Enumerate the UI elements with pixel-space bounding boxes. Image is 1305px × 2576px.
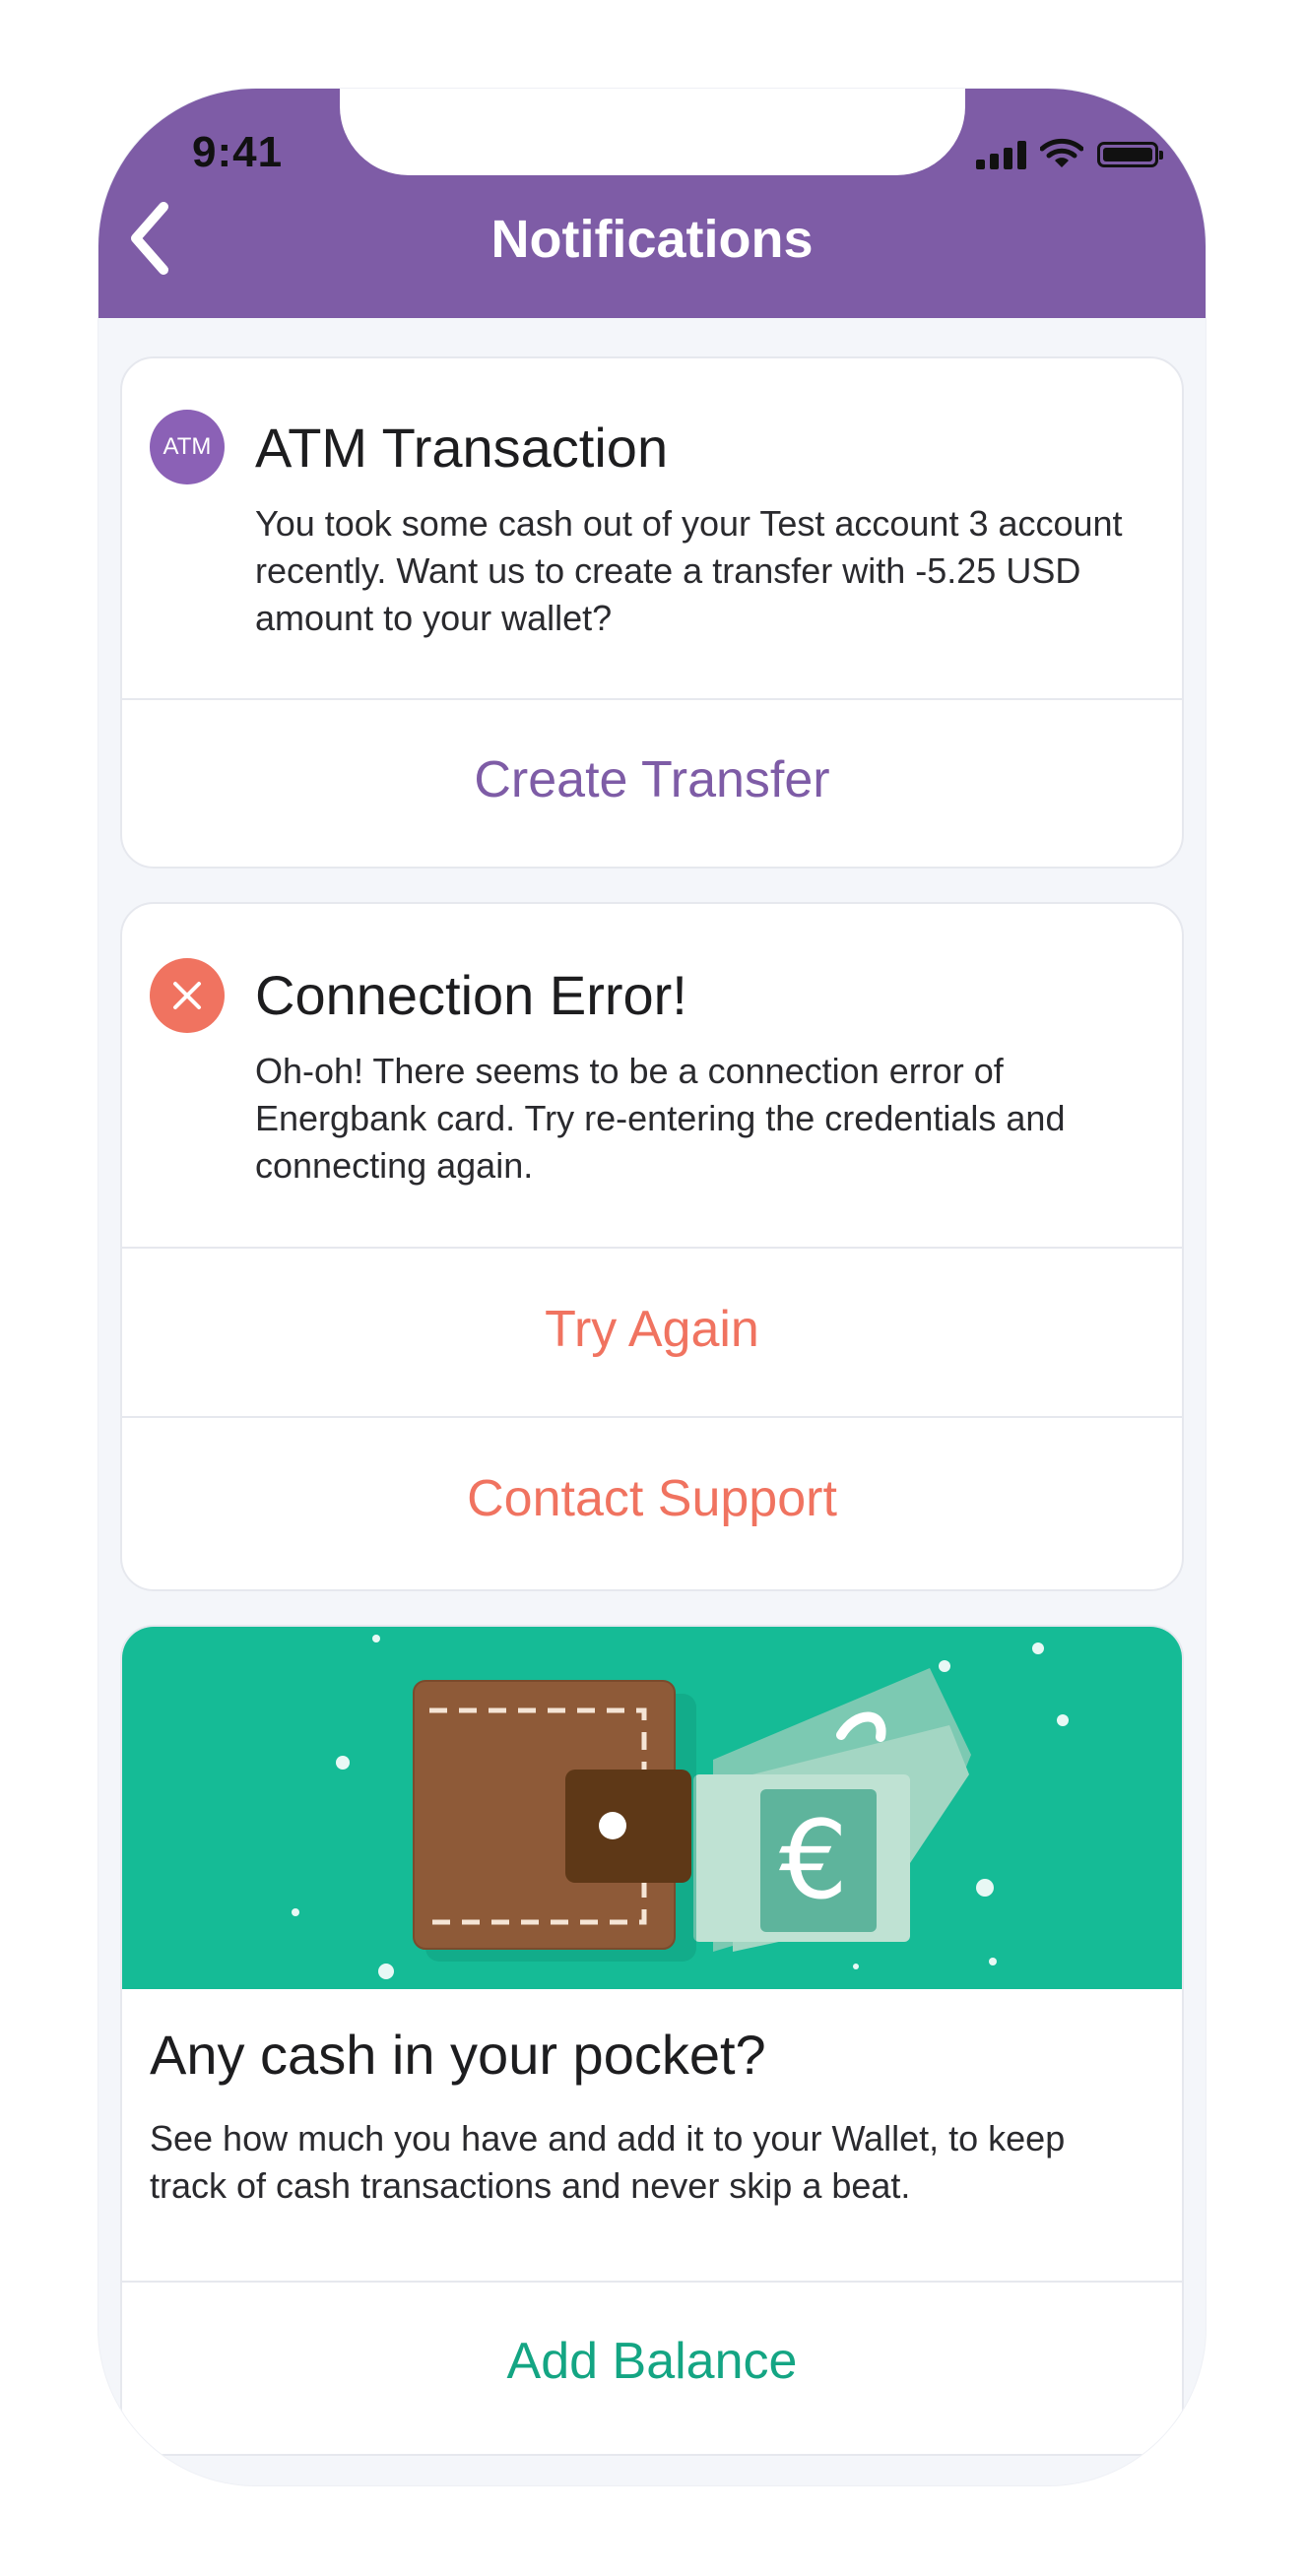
card-header: Connection Error! Oh-oh! There seems to … [122, 904, 1182, 1190]
wifi-icon [1040, 138, 1083, 167]
divider [122, 1416, 1182, 1418]
try-again-button[interactable]: Try Again [122, 1300, 1182, 1359]
cash-promo-card: € Any cash in your pocket? See how much … [120, 1625, 1184, 2456]
promo-message: See how much you have and add it to your… [150, 2118, 1066, 2206]
phone-frame: 9:41 Notifications ATM ATM Transaction Y… [98, 89, 1206, 2485]
create-transfer-button[interactable]: Create Transfer [122, 750, 1182, 809]
wallet-cash-illustration: € [292, 1635, 1069, 1979]
svg-text:€: € [779, 1797, 848, 1923]
signal-icon [976, 140, 1026, 169]
page-title: Notifications [490, 210, 814, 269]
connection-error-card: Connection Error! Oh-oh! There seems to … [120, 902, 1184, 1591]
card-message: You took some cash out of your Test acco… [255, 502, 1123, 638]
atm-avatar-label: ATM [163, 433, 212, 460]
contact-support-button[interactable]: Contact Support [122, 1469, 1182, 1528]
device-notch [340, 89, 965, 175]
close-icon [173, 982, 201, 1009]
divider [122, 2281, 1182, 2283]
card-message: Oh-oh! There seems to be a connection er… [255, 1050, 1066, 1186]
card-header: ATM ATM Transaction You took some cash o… [122, 358, 1182, 642]
divider [122, 1247, 1182, 1249]
promo-title: Any cash in your pocket? [150, 2024, 766, 2086]
card-title: ATM Transaction [255, 417, 669, 479]
card-title: Connection Error! [255, 964, 687, 1026]
error-avatar [150, 958, 225, 1033]
atm-notification-card: ATM ATM Transaction You took some cash o… [120, 356, 1184, 869]
header-bar: 9:41 Notifications [98, 89, 1206, 318]
banner: € [122, 1627, 1182, 1989]
divider [122, 698, 1182, 700]
battery-icon [1097, 142, 1163, 167]
add-balance-button[interactable]: Add Balance [122, 2332, 1182, 2391]
atm-avatar-icon: ATM [150, 410, 225, 484]
status-icons [976, 136, 1163, 169]
status-time: 9:41 [192, 128, 284, 176]
